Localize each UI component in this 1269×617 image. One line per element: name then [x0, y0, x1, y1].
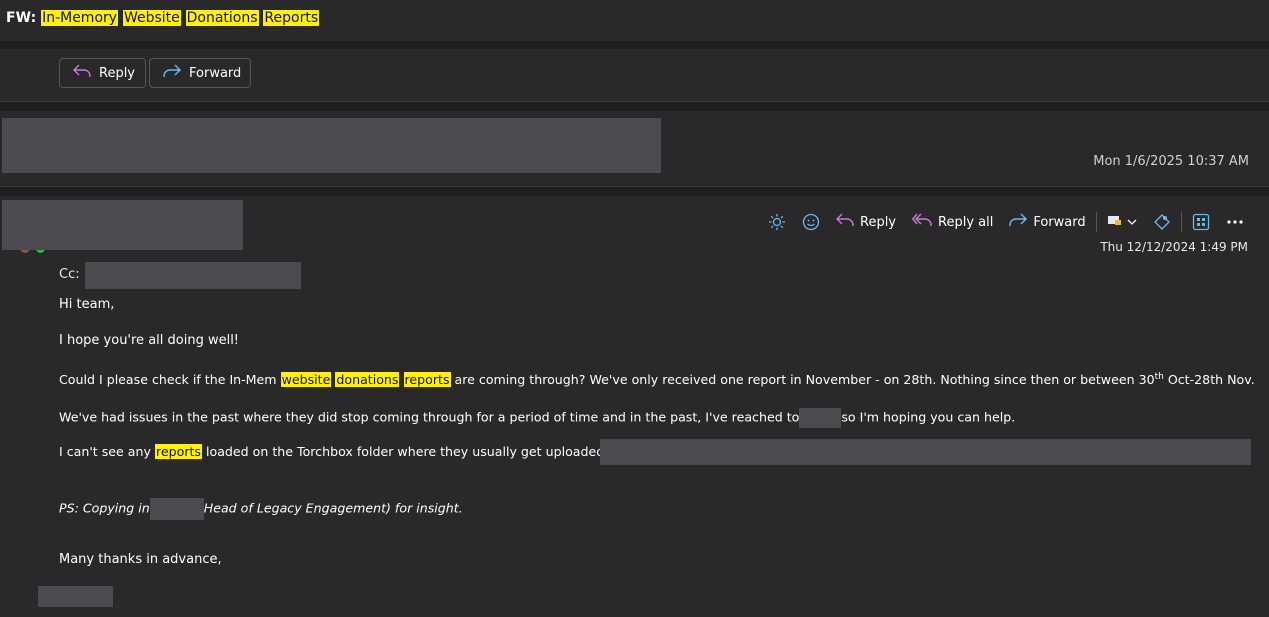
text-segment: Could I please check if the In-Mem: [59, 372, 281, 388]
toolbar-forward-label: Forward: [1033, 214, 1086, 230]
search-highlight: reports: [403, 372, 451, 388]
toolbar-reply-label: Reply: [860, 214, 897, 230]
name-redaction: [799, 408, 842, 428]
reply-button[interactable]: Reply: [59, 58, 146, 88]
forward-button[interactable]: Forward: [149, 58, 251, 88]
emoji-icon[interactable]: [802, 213, 820, 231]
signature-redaction: [38, 586, 113, 607]
divider: [0, 101, 1269, 111]
text-segment: PS: Copying in: [59, 500, 150, 516]
toolbar-reply-all-label: Reply all: [938, 214, 994, 230]
message-date: Mon 1/6/2025 10:37 AM: [1093, 154, 1249, 169]
forward-label: Forward: [189, 65, 242, 81]
forward-icon: [1009, 213, 1028, 231]
email-subject: FW: In-Memory Website Donations Reports: [6, 10, 320, 26]
forward-icon: [163, 64, 181, 82]
toolbar-reply-all-button[interactable]: Reply all: [911, 213, 994, 231]
sender-redaction: [2, 118, 661, 173]
greeting: Hi team,: [59, 297, 115, 312]
toolbar-divider: [1180, 212, 1182, 232]
text-segment: Oct-28th Nov.: [1163, 372, 1255, 388]
divider: [0, 186, 1269, 196]
text-segment: I can't see any: [59, 444, 155, 459]
cc-redaction: [85, 262, 301, 289]
search-highlight: website: [280, 372, 332, 388]
reply-icon: [73, 64, 91, 82]
reply-icon: [836, 213, 854, 231]
reply-label: Reply: [99, 65, 136, 81]
toolbar-divider: [1095, 212, 1097, 232]
name-redaction: [149, 498, 204, 520]
cc-label: Cc:: [59, 267, 80, 282]
search-highlight: reports: [154, 444, 202, 459]
toolbar-reply-button[interactable]: Reply: [836, 213, 896, 231]
search-highlight: donations: [335, 372, 400, 388]
tag-dropdown-button[interactable]: [1107, 213, 1137, 231]
sender-redaction: [2, 200, 243, 250]
body-line: Could I please check if the In-Mem websi…: [59, 372, 1255, 388]
divider: [0, 41, 1269, 49]
body-line: I can't see any reports loaded on the To…: [59, 444, 608, 459]
subject-prefix: FW:: [6, 10, 37, 26]
subject-word: Reports: [263, 10, 320, 26]
subject-word: Donations: [185, 10, 259, 26]
text-segment: are coming through? We've only received …: [450, 372, 1155, 388]
apps-icon[interactable]: [1192, 213, 1210, 231]
closing-line: Many thanks in advance,: [59, 552, 222, 567]
text-segment: Head of Legacy Engagement) for insight.: [203, 500, 463, 516]
tag-icon: [1107, 213, 1123, 231]
superscript: th: [1154, 372, 1164, 382]
link-redaction: [600, 439, 1251, 465]
sun-icon[interactable]: [768, 213, 786, 231]
text-segment: We've had issues in the past where they …: [59, 409, 800, 425]
translate-icon[interactable]: [1153, 213, 1171, 231]
more-options-icon[interactable]: [1226, 219, 1244, 225]
body-line: We've had issues in the past where they …: [59, 408, 1015, 428]
text-segment: so I'm hoping you can help.: [841, 409, 1016, 425]
text-segment: loaded on the Torchbox folder where they…: [202, 444, 609, 459]
message-toolbar: Reply Reply all Forward: [768, 210, 1260, 234]
subject-word: Website: [122, 10, 181, 26]
ps-line: PS: Copying in Head of Legacy Engagement)…: [59, 498, 463, 520]
subject-word: In-Memory: [41, 10, 119, 26]
body-line: I hope you're all doing well!: [59, 333, 240, 348]
reply-all-icon: [911, 213, 932, 231]
toolbar-forward-button[interactable]: Forward: [1009, 213, 1086, 231]
message-date: Thu 12/12/2024 1:49 PM: [1100, 240, 1248, 254]
chevron-down-icon: [1127, 215, 1137, 230]
